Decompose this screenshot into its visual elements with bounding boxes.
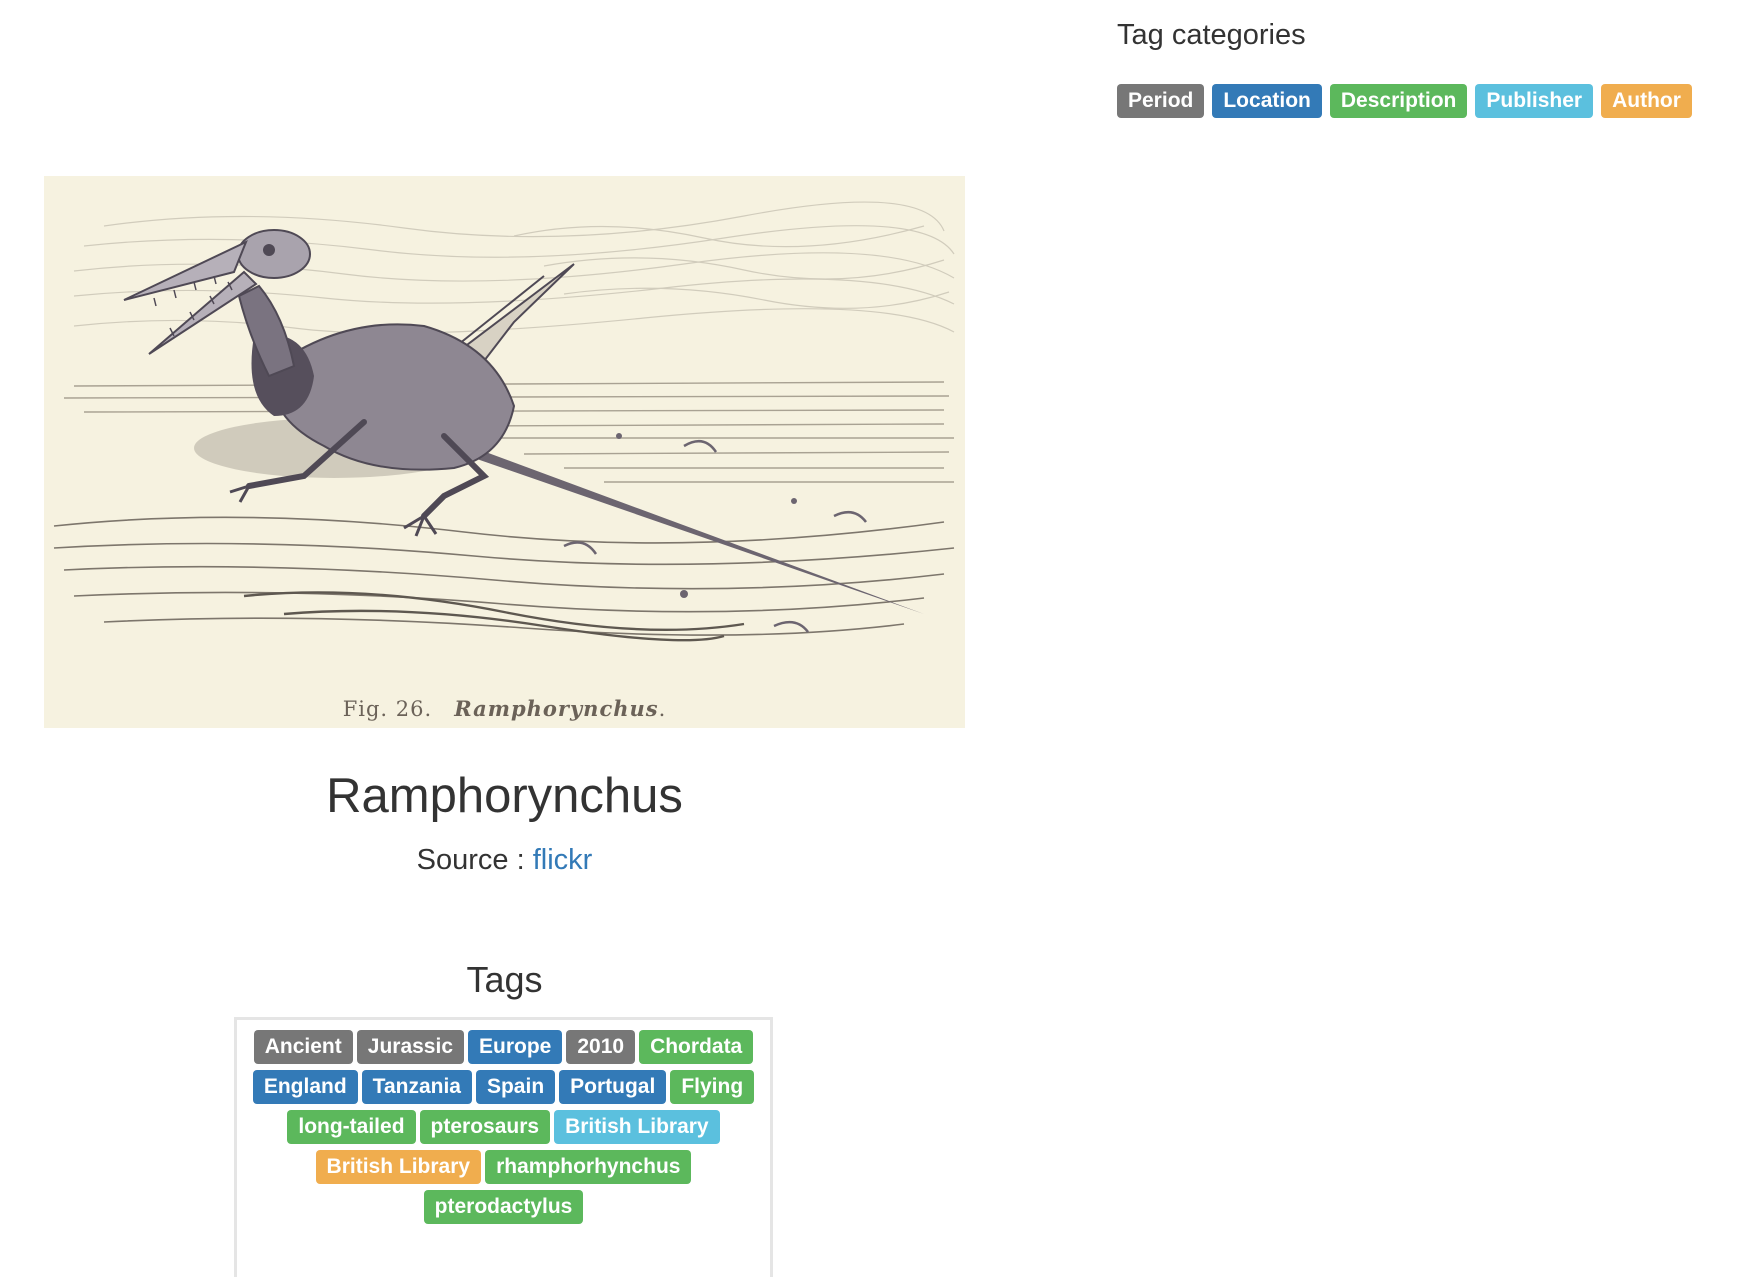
tag-tanzania[interactable]: Tanzania: [361, 1070, 472, 1104]
tag-long-tailed[interactable]: long-tailed: [287, 1110, 416, 1144]
tags-heading: Tags: [466, 959, 543, 1000]
tag-flying[interactable]: Flying: [670, 1070, 755, 1104]
page-title: Ramphorynchus: [326, 769, 683, 823]
tag-pterodactylus[interactable]: pterodactylus: [423, 1190, 584, 1224]
category-publisher[interactable]: Publisher: [1475, 84, 1594, 118]
figure-number: Fig. 26.: [342, 697, 433, 721]
tag-ancient[interactable]: Ancient: [253, 1030, 353, 1064]
pterosaur-engraving: [44, 176, 965, 728]
specimen-illustration: Fig. 26. Ramphorynchus.: [44, 176, 965, 728]
category-location[interactable]: Location: [1212, 84, 1322, 118]
source-link[interactable]: flickr: [533, 844, 593, 876]
tag-british-library-publisher[interactable]: British Library: [554, 1110, 720, 1144]
tag-pterosaurs[interactable]: pterosaurs: [419, 1110, 551, 1144]
tag-chordata[interactable]: Chordata: [639, 1030, 754, 1064]
tag-portugal[interactable]: Portugal: [559, 1070, 667, 1104]
category-period[interactable]: Period: [1117, 84, 1205, 118]
source-line: Source : flickr: [44, 843, 965, 877]
tag-categories-panel: Tag categories Period Location Descripti…: [1117, 18, 1717, 118]
tag-2010[interactable]: 2010: [566, 1030, 636, 1064]
source-prefix: Source :: [416, 844, 533, 876]
tag-rhamphorhynchus[interactable]: rhamphorhynchus: [485, 1150, 692, 1184]
category-author[interactable]: Author: [1601, 84, 1692, 118]
tag-england[interactable]: England: [252, 1070, 358, 1104]
figure-name: Ramphorynchus: [454, 696, 659, 721]
tag-spain[interactable]: Spain: [475, 1070, 556, 1104]
tag-jurassic[interactable]: Jurassic: [356, 1030, 464, 1064]
tag-europe[interactable]: Europe: [468, 1030, 563, 1064]
category-description[interactable]: Description: [1329, 84, 1468, 118]
tags-container: Ancient Jurassic Europe 2010 Chordata Englan…: [234, 1017, 773, 1277]
tag-british-library-author[interactable]: British Library: [315, 1150, 482, 1184]
tag-categories-heading: Tag categories: [1117, 19, 1306, 51]
figure-caption: Fig. 26. Ramphorynchus.: [342, 696, 667, 721]
tag-category-list: Period Location Description Publisher Au…: [1117, 84, 1717, 118]
